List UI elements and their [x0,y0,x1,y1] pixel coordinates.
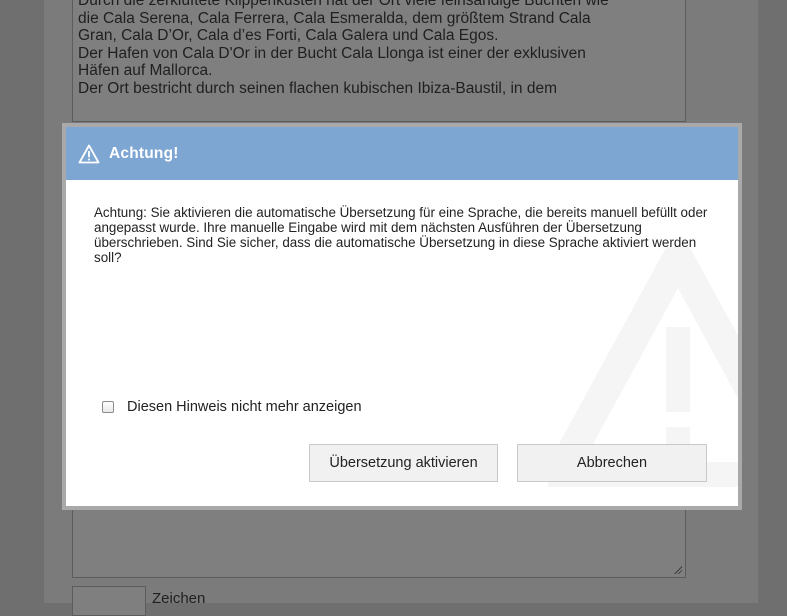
dont-show-again-option[interactable]: Diesen Hinweis nicht mehr anzeigen [102,399,362,415]
dont-show-again-checkbox[interactable] [102,401,114,413]
dont-show-again-label[interactable]: Diesen Hinweis nicht mehr anzeigen [127,399,362,415]
character-counter-label: Zeichen [152,590,206,607]
dialog-header: Achtung! [66,127,738,180]
textarea-line: Der Ort bestricht durch seinen flachen k… [78,79,558,97]
textarea-line: Durch die zerklüftete Klippenküsten hat … [78,0,609,9]
description-textarea[interactable]: Durch die zerklüftete Klippenküsten hat … [72,0,686,122]
textarea-line: Gran, Cala D’Or, Cala d’es Forti, Cala G… [78,27,499,45]
dialog-message: Achtung: Sie aktivieren die automatische… [94,205,708,265]
character-counter-box [72,586,146,616]
cancel-button[interactable]: Abbrechen [517,444,707,482]
textarea-line: Häfen auf Mallorca. [78,62,213,80]
textarea-line: die Cala Serena, Cala Ferrera, Cala Esme… [78,9,591,27]
warning-triangle-icon [78,144,100,163]
dialog-title: Achtung! [109,144,179,162]
resize-grip-icon[interactable] [673,565,682,574]
activate-translation-button[interactable]: Übersetzung aktivieren [309,444,498,482]
warning-dialog: Achtung! Achtung: Sie aktivieren die aut… [62,123,742,510]
textarea-line: Der Hafen von Cala D'Or in der Bucht Cal… [78,44,586,62]
description-textarea-bottom[interactable] [72,506,686,578]
